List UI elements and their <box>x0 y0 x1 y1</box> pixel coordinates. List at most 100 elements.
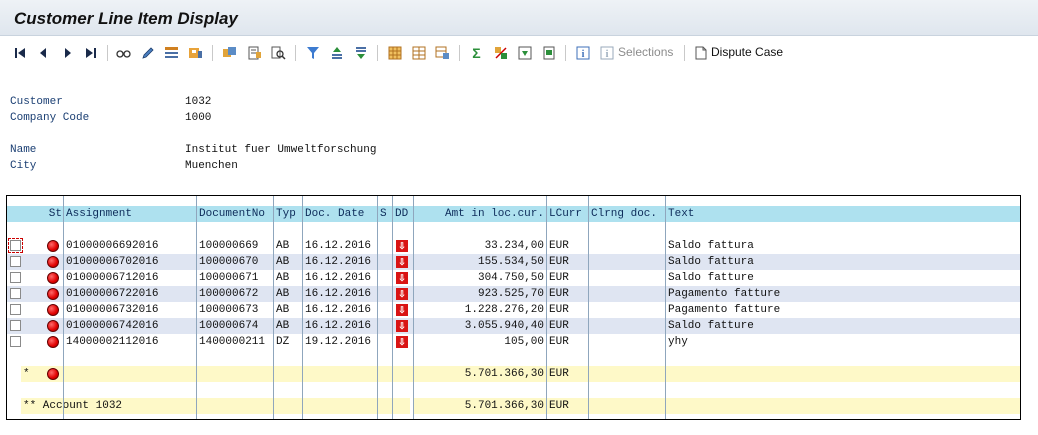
assignment-cell: 01000006712016 <box>66 272 159 284</box>
table-row[interactable]: 01000006712016 100000671 AB 16.12.2016 ⇩… <box>7 270 1020 286</box>
toolbar-separator <box>565 45 566 61</box>
selections-info-icon[interactable]: i <box>599 45 614 60</box>
col-header-amount[interactable]: Amt in loc.cur. <box>414 206 546 222</box>
pencil-icon[interactable] <box>140 45 155 60</box>
date-cell: 19.12.2016 <box>305 336 372 348</box>
docno-cell[interactable]: 100000672 <box>197 286 273 302</box>
row-select-checkbox[interactable] <box>10 304 21 315</box>
change-layout-icon[interactable] <box>411 45 426 60</box>
selections-button[interactable]: Selections <box>618 45 673 59</box>
sort-ascending-icon[interactable] <box>329 45 344 60</box>
previous-page-icon[interactable] <box>35 45 50 60</box>
company-code-label: Company Code <box>10 112 90 124</box>
column-divider <box>413 196 414 419</box>
column-divider <box>302 196 303 419</box>
status-red-icon <box>47 320 59 332</box>
col-header-text[interactable]: Text <box>666 206 1020 222</box>
table-row[interactable]: 01000006732016 100000673 AB 16.12.2016 ⇩… <box>7 302 1020 318</box>
row-select-checkbox[interactable] <box>10 256 21 267</box>
column-divider <box>196 196 197 419</box>
docno-cell[interactable]: 100000674 <box>197 318 273 334</box>
col-header-status[interactable]: St <box>7 206 64 222</box>
find-icon[interactable] <box>271 45 286 60</box>
svg-text:i: i <box>605 49 608 60</box>
amount-cell: 304.750,50 <box>477 272 544 284</box>
city-label: City <box>10 160 37 172</box>
row-select-checkbox[interactable] <box>8 238 23 253</box>
docno-cell[interactable]: 100000673 <box>197 302 273 318</box>
col-header-docdate[interactable]: Doc. Date <box>303 206 377 222</box>
page-title: Customer Line Item Display <box>14 9 238 28</box>
col-header-documentno[interactable]: DocumentNo <box>197 206 273 222</box>
select-layout-icon2[interactable] <box>435 45 450 60</box>
choose-icon[interactable] <box>222 45 237 60</box>
amount-cell: 923.525,70 <box>477 288 544 300</box>
name-value: Institut fuer Umweltforschung <box>185 144 377 156</box>
table-row[interactable]: 14000002112016 1400000211 DZ 19.12.2016 … <box>7 334 1020 350</box>
info-icon[interactable]: i <box>575 45 590 60</box>
svg-text:i: i <box>581 49 584 60</box>
table-row[interactable]: 01000006702016 100000670 AB 16.12.2016 ⇩… <box>7 254 1020 270</box>
details-icon[interactable] <box>247 45 262 60</box>
first-page-icon[interactable] <box>12 45 27 60</box>
docno-cell[interactable]: 1400000211 <box>197 334 273 350</box>
select-layout-icon[interactable] <box>164 45 179 60</box>
assignment-cell: 01000006722016 <box>66 288 159 300</box>
col-header-clrng[interactable]: Clrng doc. <box>589 206 665 222</box>
text-cell: Saldo fatture <box>668 272 754 284</box>
export-icon[interactable] <box>517 45 532 60</box>
docno-cell[interactable]: 100000671 <box>197 270 273 286</box>
col-header-lcurr[interactable]: LCurr <box>547 206 588 222</box>
total-row[interactable]: * 5.701.366,30 EUR <box>7 366 1020 382</box>
sum-icon[interactable]: Σ <box>469 45 484 60</box>
table-row[interactable]: 01000006722016 100000672 AB 16.12.2016 ⇩… <box>7 286 1020 302</box>
table-row[interactable]: 01000006692016 100000669 AB 16.12.2016 ⇩… <box>7 238 1020 254</box>
layout-grid-icon[interactable] <box>387 45 402 60</box>
filter-icon[interactable] <box>305 45 320 60</box>
currency-cell: EUR <box>549 272 569 284</box>
currency-cell: EUR <box>549 320 569 332</box>
docno-cell[interactable]: 100000670 <box>197 254 273 270</box>
date-cell: 16.12.2016 <box>305 240 372 252</box>
column-divider <box>665 196 666 419</box>
column-divider <box>546 196 547 419</box>
sort-descending-icon[interactable] <box>353 45 368 60</box>
row-select-checkbox[interactable] <box>10 320 21 331</box>
text-cell: Pagamento fatture <box>668 304 781 316</box>
next-page-icon[interactable] <box>60 45 75 60</box>
save-layout-icon[interactable] <box>188 45 203 60</box>
row-select-checkbox[interactable] <box>10 336 21 347</box>
due-date-icon: ⇩ <box>396 288 408 300</box>
column-divider <box>377 196 378 419</box>
table-row[interactable]: 01000006742016 100000674 AB 16.12.2016 ⇩… <box>7 318 1020 334</box>
column-divider <box>273 196 274 419</box>
amount-cell: 105,00 <box>504 336 544 348</box>
col-header-dd[interactable]: DD <box>393 206 413 222</box>
subtotal-icon[interactable] <box>493 45 508 60</box>
dispute-case-button[interactable]: Dispute Case <box>711 45 783 59</box>
print-icon[interactable] <box>541 45 556 60</box>
docno-cell[interactable]: 100000669 <box>197 238 273 254</box>
due-date-icon: ⇩ <box>396 320 408 332</box>
text-cell: Saldo fattura <box>668 256 754 268</box>
glasses-icon[interactable] <box>116 45 131 60</box>
last-page-icon[interactable] <box>83 45 98 60</box>
toolbar-separator <box>107 45 108 61</box>
col-header-typ[interactable]: Typ <box>274 206 302 222</box>
account-total-label: ** Account 1032 <box>21 398 410 414</box>
typ-cell: DZ <box>276 336 290 348</box>
col-header-assignment[interactable]: Assignment <box>64 206 196 222</box>
account-total-currency: EUR <box>547 398 588 414</box>
row-select-checkbox[interactable] <box>10 272 21 283</box>
typ-cell: AB <box>276 320 290 332</box>
status-red-icon <box>47 336 59 348</box>
text-cell: yhy <box>668 336 688 348</box>
document-icon[interactable] <box>693 45 708 60</box>
account-total-row[interactable]: ** Account 1032 5.701.366,30 EUR <box>7 398 1020 414</box>
column-divider <box>392 196 393 419</box>
row-select-checkbox[interactable] <box>10 288 21 299</box>
name-label: Name <box>10 144 37 156</box>
col-header-s[interactable]: S <box>378 206 392 222</box>
currency-cell: EUR <box>549 288 569 300</box>
amount-cell: 1.228.276,20 <box>464 304 544 316</box>
